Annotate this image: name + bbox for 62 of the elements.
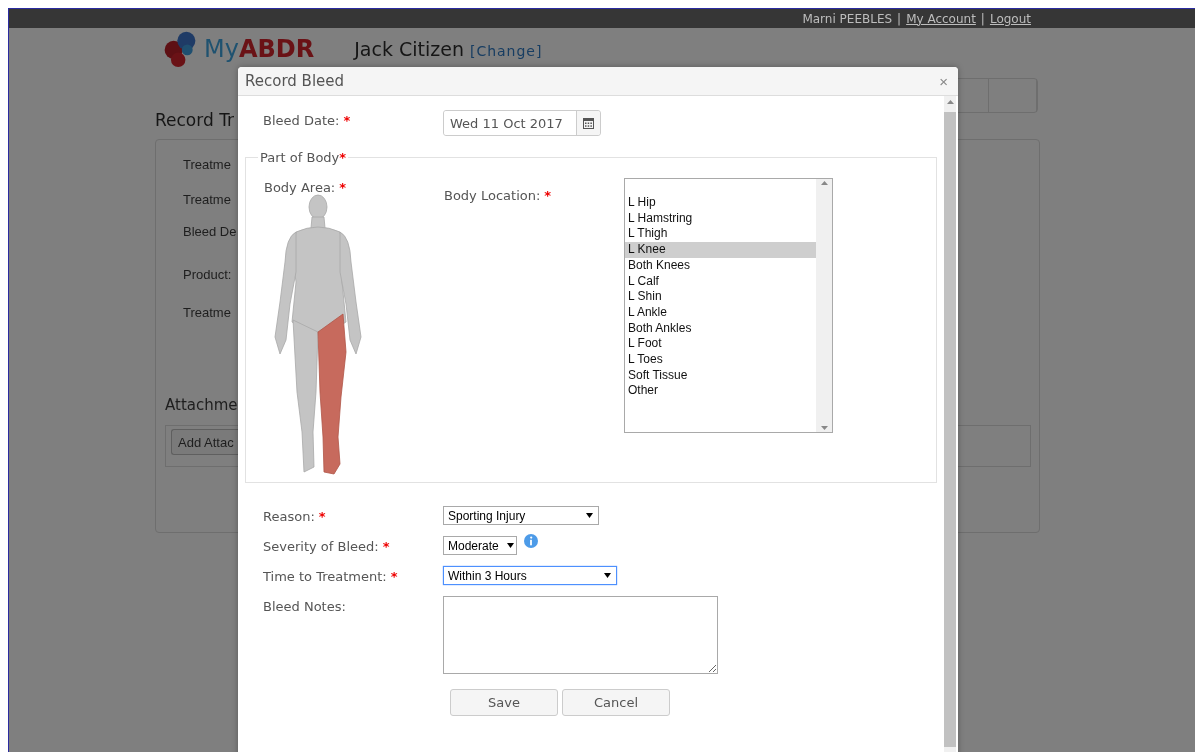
list-option[interactable]: L Toes	[625, 352, 816, 368]
field-label: Body Location:	[444, 188, 541, 203]
group-legend: Part of Body	[260, 150, 340, 165]
form-label: Bleed De	[183, 224, 237, 239]
date-field[interactable]: Wed 11 Oct 2017	[443, 110, 601, 136]
patient-name: Jack Citizen	[354, 38, 464, 60]
required-mark: *	[343, 113, 351, 128]
field-label: Severity of Bleed:	[263, 539, 379, 554]
top-bar-link[interactable]: Logout	[989, 11, 1031, 26]
caret-icon	[586, 513, 593, 518]
required-mark: *	[382, 539, 390, 554]
notes-field[interactable]	[443, 596, 718, 674]
dropdown[interactable]: Moderate	[443, 536, 517, 555]
list-option[interactable]: Other	[625, 383, 816, 400]
calendar-icon	[583, 117, 594, 129]
list-option[interactable]: L Hip	[625, 195, 816, 211]
form-label: Treatme	[183, 157, 231, 172]
scroll-down-icon[interactable]	[820, 426, 828, 430]
list-option[interactable]: L Knee	[625, 242, 816, 258]
required-mark: *	[318, 509, 326, 524]
body-location-list[interactable]: L Hip L Hamstring L Thigh L Knee Both Knees L Calf L Shin L Ankle Both Ankles L Foot L Toes Soft Tissue Other	[624, 178, 833, 433]
field-label: Bleed Date:	[263, 113, 340, 128]
section-heading: Attachme	[165, 396, 238, 414]
list-option[interactable]: L Thigh	[625, 226, 816, 243]
form-label: Treatme	[183, 192, 231, 207]
list-option[interactable]: Both Knees	[625, 257, 816, 274]
dropdown[interactable]: Within 3 Hours	[443, 566, 617, 585]
info-icon[interactable]	[524, 534, 538, 548]
add-attachment-button[interactable]: Add Attac	[171, 429, 238, 455]
list-option[interactable]: L Shin	[625, 289, 816, 305]
separator-text: |	[980, 11, 985, 26]
dialog-button[interactable]: Cancel	[562, 689, 670, 716]
dropdown[interactable]: Sporting Injury	[443, 506, 599, 525]
scroll-up-icon[interactable]	[820, 181, 828, 185]
dialog-title: Record Bleed	[245, 72, 345, 90]
caret-icon	[506, 543, 514, 548]
required-mark: *	[390, 569, 398, 584]
dialog-button[interactable]: Save	[450, 689, 558, 716]
user-name: Marni PEEBLES	[802, 11, 893, 26]
form-label: Treatme	[183, 305, 231, 320]
form-label: Product:	[183, 267, 232, 282]
list-option[interactable]: L Ankle	[625, 304, 816, 321]
caret-icon	[604, 573, 611, 578]
top-bar-link[interactable]: My Account	[906, 11, 976, 26]
list-option[interactable]: L Foot	[625, 336, 816, 353]
page-heading: Record Tr	[155, 110, 234, 130]
scroll-up-icon[interactable]	[946, 100, 954, 104]
list-option[interactable]: Soft Tissue	[625, 367, 816, 384]
calendar-button[interactable]	[576, 111, 600, 135]
field-label: Body Area:	[264, 180, 336, 195]
field-label: Time to Treatment:	[263, 569, 387, 584]
required-mark: *	[339, 150, 347, 165]
list-option[interactable]: Both Ankles	[625, 320, 816, 337]
scrollbar[interactable]	[944, 96, 956, 752]
field-label: Reason:	[263, 509, 315, 524]
separator-text: |	[897, 11, 902, 26]
required-mark: *	[544, 188, 552, 203]
list-option[interactable]: L Calf	[625, 273, 816, 290]
list-option[interactable]: L Hamstring	[625, 210, 816, 227]
required-mark: *	[339, 180, 347, 195]
logo-text: MyABDR	[204, 35, 315, 63]
field-label: Bleed Notes:	[263, 599, 346, 614]
